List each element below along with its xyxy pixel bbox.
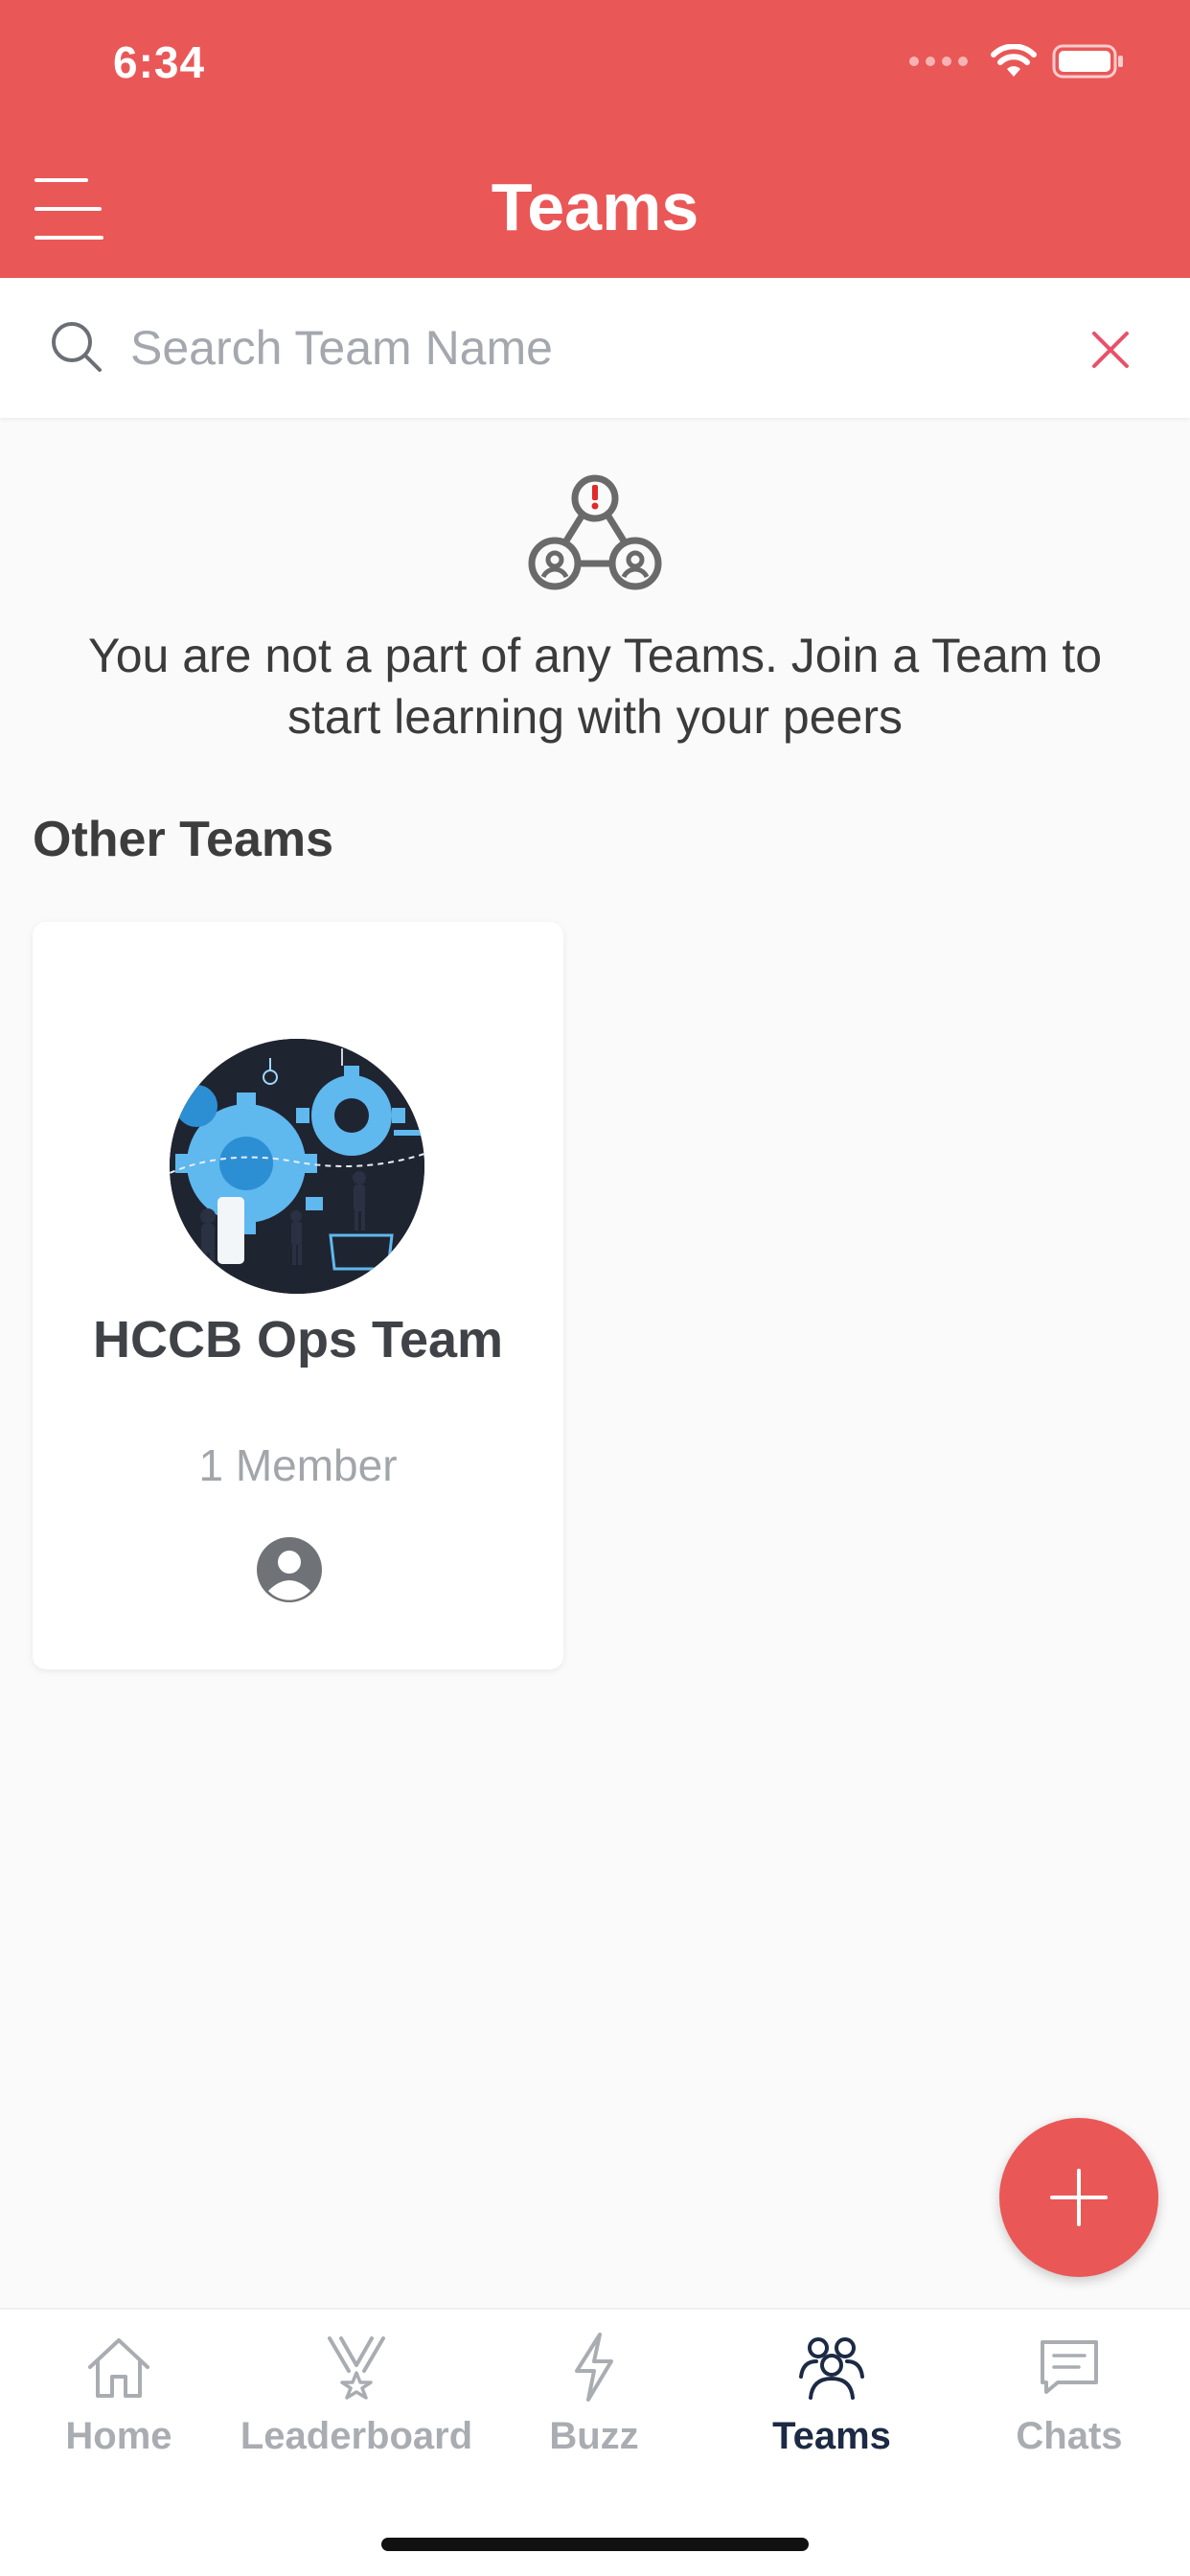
page-title: Teams [491,170,699,244]
team-avatar [170,1039,424,1294]
tab-label-leaderboard: Leaderboard [240,2415,473,2457]
trophy-icon [328,2336,385,2400]
member-avatar-icon [257,1537,322,1602]
team-illustration-icon [170,1039,424,1294]
empty-state-message: You are not a part of any Teams. Join a … [87,629,1103,744]
tab-label-teams: Teams [772,2415,891,2457]
cellular-signal-icon [909,57,968,66]
team-name: HCCB Ops Team [92,1311,504,1368]
team-card[interactable]: HCCB Ops Team 1 Member [33,922,563,1669]
chat-icon [1041,2340,1098,2394]
bottom-tab-bar: Home Leaderboard Buzz Teams Chats [0,2308,1190,2576]
app-header: 6:34 Teams [0,0,1190,278]
home-indicator[interactable] [381,2538,809,2551]
tab-label-buzz: Buzz [549,2415,639,2457]
tab-leaderboard[interactable]: Leaderboard [238,2329,475,2458]
section-title-other-teams: Other Teams [33,812,334,867]
home-icon [88,2338,149,2398]
search-icon [52,322,102,372]
search-input[interactable] [130,305,1050,391]
tab-home[interactable]: Home [0,2329,238,2458]
bolt-icon [575,2333,613,2402]
battery-icon [1052,44,1123,79]
tab-label-home: Home [65,2415,172,2457]
wifi-icon [991,44,1037,77]
tab-teams[interactable]: Teams [713,2329,950,2458]
plus-icon [1050,2169,1108,2226]
status-time: 6:34 [113,37,206,87]
status-icons [909,44,1125,79]
teams-icon [799,2337,864,2400]
team-alert-icon [528,474,662,590]
tab-label-chats: Chats [1016,2415,1123,2457]
tab-chats[interactable]: Chats [950,2329,1188,2458]
close-icon[interactable] [1088,328,1133,372]
tab-buzz[interactable]: Buzz [475,2329,713,2458]
add-team-button[interactable] [999,2118,1158,2277]
team-member-count: 1 Member [198,1440,398,1490]
